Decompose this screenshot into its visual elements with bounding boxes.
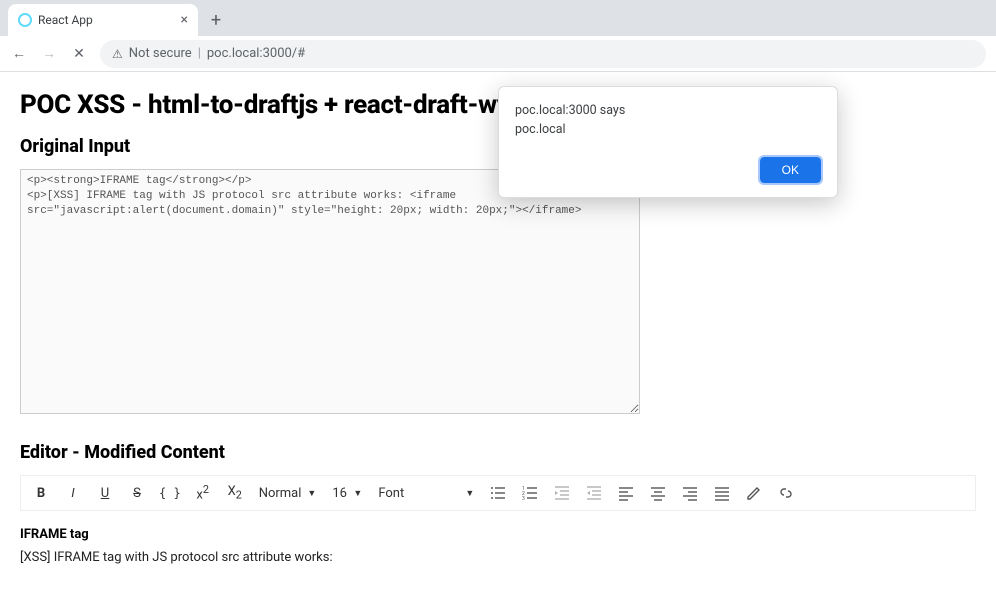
ul-icon <box>490 485 506 501</box>
editor-content-line: [XSS] IFRAME tag with JS protocol src at… <box>20 550 976 565</box>
sup-icon: x2 <box>196 483 209 502</box>
indent-icon <box>554 485 570 501</box>
align-justify-icon <box>714 485 730 501</box>
underline-icon: U <box>101 486 109 501</box>
mono-icon: { } <box>159 486 181 500</box>
browser-tabstrip: React App × + <box>0 0 996 36</box>
block-type-dropdown[interactable]: Normal ▼ <box>252 478 324 508</box>
monospace-button[interactable]: { } <box>154 478 186 508</box>
security-label: Not secure <box>129 46 192 61</box>
indent-button[interactable] <box>547 478 577 508</box>
superscript-button[interactable]: x2 <box>188 478 218 508</box>
subscript-button[interactable]: X2 <box>220 478 250 508</box>
outdent-icon <box>586 485 602 501</box>
browser-tab-active[interactable]: React App × <box>8 4 198 36</box>
align-left-button[interactable] <box>611 478 641 508</box>
section-editor-heading: Editor - Modified Content <box>20 442 976 463</box>
font-size-dropdown[interactable]: 16 ▼ <box>325 478 369 508</box>
bold-icon: B <box>37 486 45 501</box>
url-separator: | <box>198 46 201 61</box>
nav-back-button[interactable]: ← <box>10 45 28 62</box>
block-type-label: Normal <box>259 486 302 501</box>
editor-content-strong: IFRAME tag <box>20 527 976 542</box>
link-icon <box>778 485 794 501</box>
font-size-label: 16 <box>332 486 347 501</box>
sub-icon: X2 <box>228 484 242 502</box>
unordered-list-button[interactable] <box>483 478 513 508</box>
font-family-label: Font <box>378 486 404 501</box>
link-button[interactable] <box>771 478 801 508</box>
alert-ok-button[interactable]: OK <box>760 157 821 183</box>
strike-button[interactable]: S <box>122 478 152 508</box>
nav-stop-button[interactable]: ✕ <box>70 46 88 62</box>
ol-icon: 123 <box>522 485 538 501</box>
font-family-dropdown[interactable]: Font ▼ <box>371 478 481 508</box>
new-tab-button[interactable]: + <box>202 6 230 34</box>
align-right-button[interactable] <box>675 478 705 508</box>
pencil-icon <box>746 485 762 501</box>
chevron-down-icon: ▼ <box>307 488 316 499</box>
nav-forward-button[interactable]: → <box>40 45 58 62</box>
strike-icon: S <box>133 486 141 501</box>
bold-button[interactable]: B <box>26 478 56 508</box>
align-center-icon <box>650 485 666 501</box>
tab-close-icon[interactable]: × <box>181 12 188 28</box>
address-bar[interactable]: ⚠ Not secure | poc.local:3000/# <box>100 40 986 68</box>
url-text: poc.local:3000/# <box>207 46 305 61</box>
italic-icon: I <box>71 486 74 501</box>
alert-message: poc.local <box>515 122 821 137</box>
align-center-button[interactable] <box>643 478 673 508</box>
js-alert-dialog: poc.local:3000 says poc.local OK <box>498 86 838 198</box>
outdent-button[interactable] <box>579 478 609 508</box>
italic-button[interactable]: I <box>58 478 88 508</box>
browser-toolbar: ← → ✕ ⚠ Not secure | poc.local:3000/# <box>0 36 996 72</box>
underline-button[interactable]: U <box>90 478 120 508</box>
align-right-icon <box>682 485 698 501</box>
color-picker-button[interactable] <box>739 478 769 508</box>
align-justify-button[interactable] <box>707 478 737 508</box>
chevron-down-icon: ▼ <box>465 488 474 499</box>
chevron-down-icon: ▼ <box>353 488 362 499</box>
svg-text:3: 3 <box>522 496 525 501</box>
not-secure-icon: ⚠ <box>112 47 123 61</box>
alert-origin: poc.local:3000 says <box>515 103 821 118</box>
tab-title: React App <box>38 13 93 27</box>
original-input-textarea[interactable] <box>20 169 640 414</box>
editor-toolbar: B I U S { } x2 X2 Normal ▼ 16 ▼ Font ▼ 1… <box>20 475 976 511</box>
align-left-icon <box>618 485 634 501</box>
ordered-list-button[interactable]: 123 <box>515 478 545 508</box>
react-favicon-icon <box>18 13 32 27</box>
